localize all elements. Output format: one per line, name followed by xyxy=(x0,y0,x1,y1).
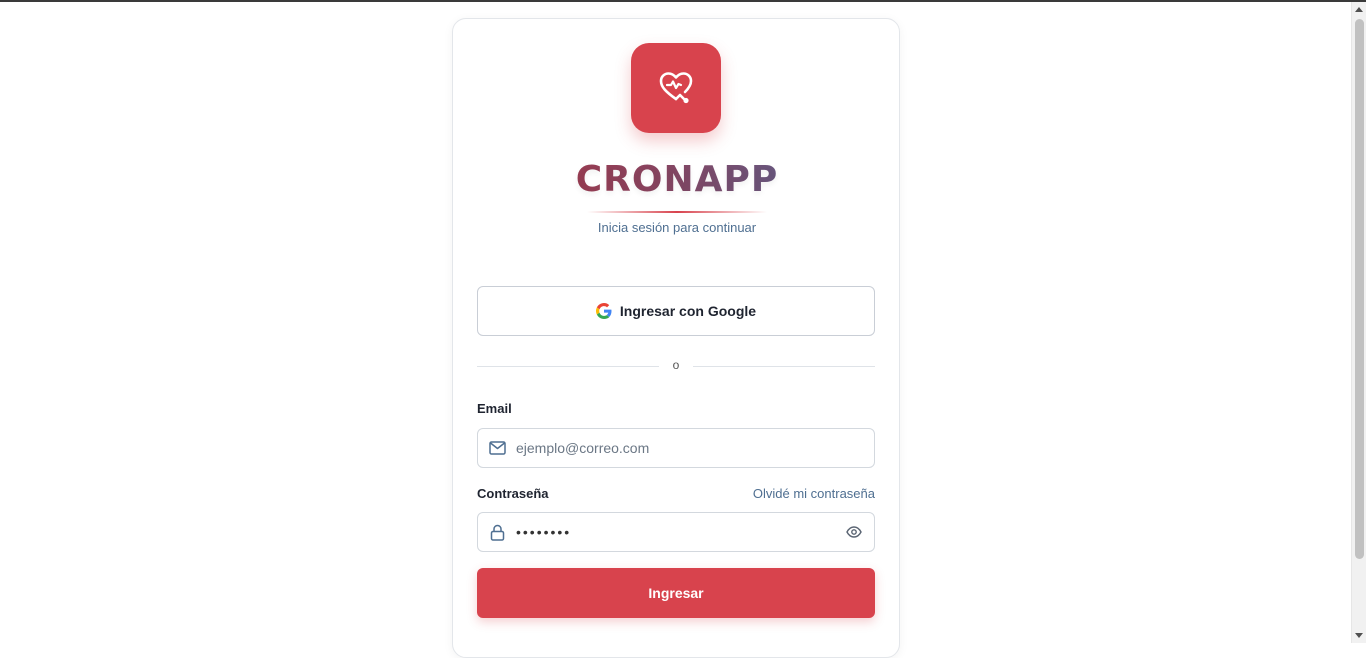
scroll-up-arrow-icon[interactable] xyxy=(1355,7,1363,12)
google-signin-button[interactable]: Ingresar con Google xyxy=(477,286,875,336)
title-underline xyxy=(587,211,767,213)
forgot-password-link[interactable]: Olvidé mi contraseña xyxy=(753,486,875,501)
login-submit-button[interactable]: Ingresar xyxy=(477,568,875,618)
google-icon xyxy=(595,303,612,319)
password-label: Contraseña xyxy=(477,486,549,501)
mail-icon xyxy=(478,441,516,455)
window-top-border xyxy=(0,0,1366,2)
page-scrollbar[interactable] xyxy=(1351,2,1366,643)
divider-text: o xyxy=(672,358,680,372)
password-input[interactable] xyxy=(516,513,834,551)
email-label: Email xyxy=(477,401,512,416)
scroll-thumb[interactable] xyxy=(1355,19,1364,559)
app-title: CRONAPP xyxy=(453,159,901,200)
heart-stethoscope-icon xyxy=(659,72,693,104)
lock-icon xyxy=(478,524,516,541)
email-field[interactable] xyxy=(477,428,875,468)
app-logo xyxy=(631,43,721,133)
google-signin-label: Ingresar con Google xyxy=(619,303,757,319)
email-input[interactable] xyxy=(516,429,874,467)
eye-icon[interactable] xyxy=(834,513,874,551)
scroll-down-arrow-icon[interactable] xyxy=(1355,633,1363,638)
login-card: CRONAPP Inicia sesión para continuar Ing… xyxy=(452,18,900,658)
login-subtitle: Inicia sesión para continuar xyxy=(597,220,757,235)
divider-line-left xyxy=(477,366,659,367)
password-field[interactable] xyxy=(477,512,875,552)
divider-line-right xyxy=(693,366,875,367)
